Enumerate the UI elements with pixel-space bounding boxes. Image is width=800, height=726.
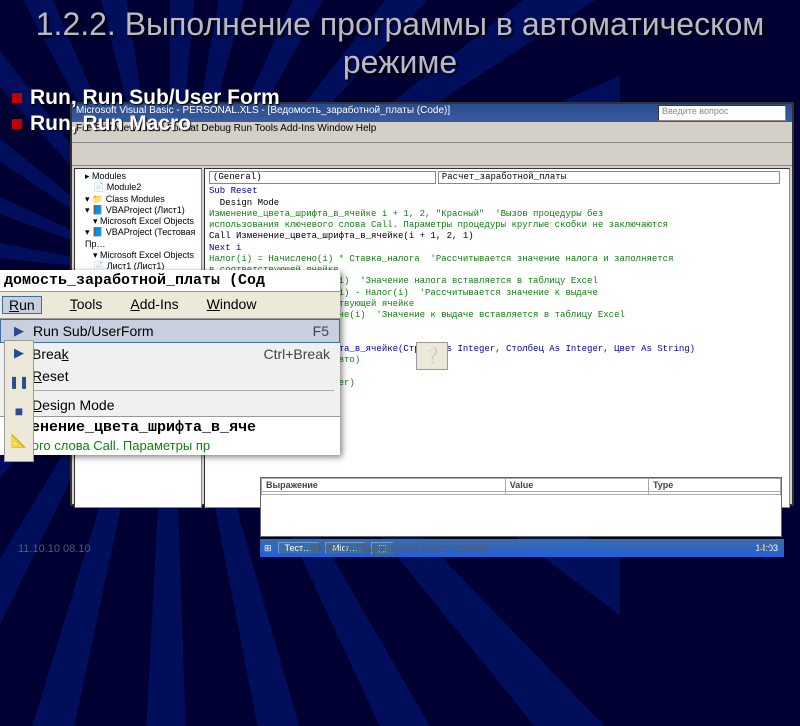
slide-title: 1.2.2. Выполнение программы в автоматиче… (20, 6, 780, 82)
zoom-menubar: Run Tools Add-Ins Window (0, 292, 340, 319)
watch-col-type: Type (648, 479, 780, 492)
help-icon[interactable]: ❔ (416, 342, 448, 370)
tree-item[interactable]: ▸ Modules (77, 171, 199, 182)
code-line: Call Изменение_цвета_шрифта_в_ячейке(i +… (209, 231, 785, 242)
pause-icon[interactable]: ❚❚ (5, 375, 33, 389)
watch-col-expression: Выражение (262, 479, 506, 492)
ide-toolbar[interactable] (72, 143, 792, 166)
footer-caption: 03.05.05 Прикладная информатика (310, 543, 490, 555)
code-fragment-2: очевого слова Call. Параметры пр (0, 438, 340, 455)
tree-item[interactable]: ▾ 📘 VBAProject (Лист1) (77, 205, 199, 216)
tree-item[interactable]: ▾ Microsoft Excel Objects (77, 216, 199, 227)
bullet-list: Run, Run Sub/User Form Run, Run Macro (12, 86, 800, 136)
menu-run[interactable]: Run (2, 296, 42, 314)
menu-tools[interactable]: Tools (70, 296, 103, 314)
zoom-toolbar-strip: ▶ ❚❚ ■ 📐 (4, 340, 34, 462)
tree-item[interactable]: 📄 Module2 (77, 182, 199, 193)
watch-row[interactable] (262, 492, 781, 495)
slide-footer: 11.10.10 08.10 03.05.05 Прикладная инфор… (0, 543, 800, 555)
code-line: Design Mode (209, 198, 785, 209)
menuitem-run-subform[interactable]: ▶ Run Sub/UserForm F5 (0, 319, 340, 343)
run-menu-zoom: домость_заработной_платы (Coд Run Tools … (0, 270, 340, 455)
procedure-dropdown[interactable]: Расчет_заработной_платы (438, 171, 780, 184)
play-icon[interactable]: ▶ (5, 345, 33, 361)
menuitem-accel: Ctrl+Break (263, 346, 330, 362)
design-mode-icon[interactable]: 📐 (5, 433, 33, 449)
watch-window[interactable]: Выражение Value Type (260, 477, 782, 537)
tree-item[interactable]: ▾ 📘 VBAProject (Тестовая Пр… (77, 227, 199, 250)
code-line: использования ключевого слова Call. Пара… (209, 220, 785, 231)
play-icon: ▶ (5, 323, 33, 339)
code-line: Изменение_цвета_шрифта_в_ячейке i + 1, 2… (209, 209, 785, 220)
code-line: Sub Reset (209, 186, 785, 197)
menuitem-label: Run Sub/UserForm (33, 323, 299, 339)
menuitem-break[interactable]: ❚❚ Break Ctrl+Break (0, 343, 340, 365)
menu-addins[interactable]: Add-Ins (130, 296, 178, 314)
menuitem-design-mode[interactable]: 📐 Design Mode (0, 394, 340, 416)
code-line: Next i (209, 243, 785, 254)
code-line: Налог(i) = Начислено(i) * Ставка_налога … (209, 254, 785, 265)
watch-col-value: Value (505, 479, 648, 492)
bullet-run-subform: Run, Run Sub/User Form (12, 86, 800, 110)
code-fragment-1: Изменение_цвета_шрифта_в_яче (0, 416, 340, 438)
object-dropdown[interactable]: (General) (209, 171, 436, 184)
menuitem-label: Design Mode (32, 397, 330, 413)
menuitem-accel: F5 (313, 323, 329, 339)
bullet-run-macro: Run, Run Macro (12, 112, 800, 136)
page-number: 36 (758, 543, 770, 555)
menu-separator (6, 390, 334, 391)
menuitem-reset[interactable]: ■ Reset (0, 365, 340, 387)
footer-date: 11.10.10 08.10 (18, 543, 91, 555)
codewin-title-fragment: домость_заработной_платы (Coд (0, 270, 340, 292)
tree-item[interactable]: ▾ 📁 Class Modules (77, 194, 199, 205)
stop-icon[interactable]: ■ (5, 403, 33, 419)
menuitem-label: Break (32, 346, 249, 362)
menu-window[interactable]: Window (207, 296, 257, 314)
tree-item[interactable]: ▾ Microsoft Excel Objects (77, 250, 199, 261)
menuitem-label: Reset (32, 368, 330, 384)
